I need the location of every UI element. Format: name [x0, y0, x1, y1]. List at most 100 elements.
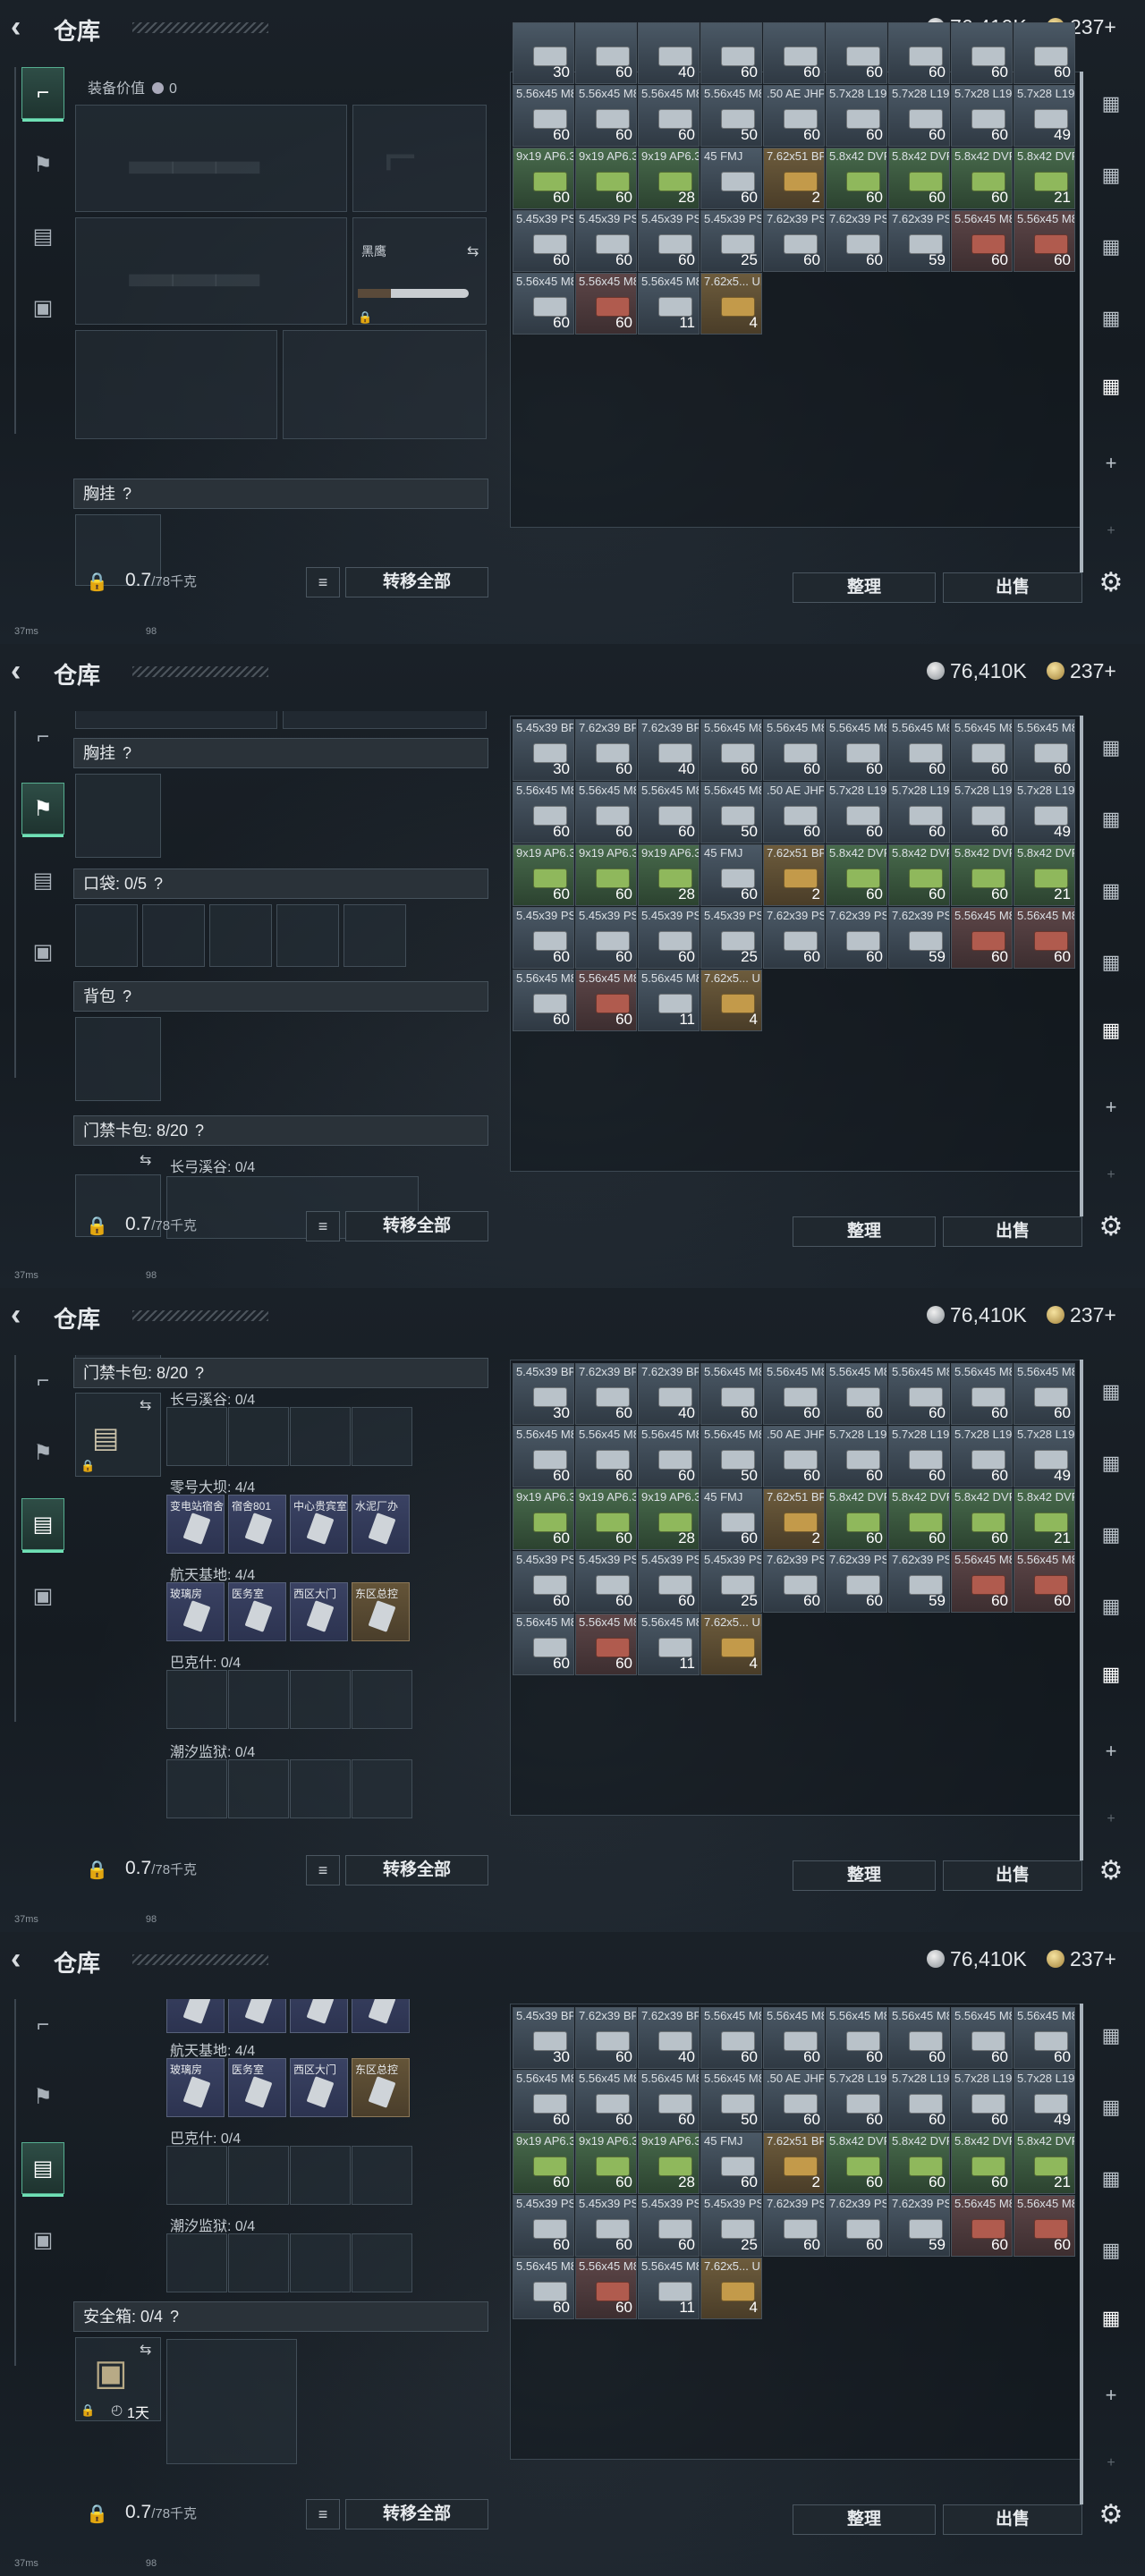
sell-button[interactable]: 出售	[943, 572, 1082, 603]
transfer-all-button[interactable]: 转移全部	[345, 567, 488, 597]
sidebar-tab-vest[interactable]: ⚑	[21, 139, 64, 191]
ammo-item[interactable]: 9x19 AP6.3 60	[513, 1488, 574, 1550]
add-storage-icon[interactable]: +	[1093, 1089, 1129, 1125]
ammo-item[interactable]: 7.62x39 PS 59	[888, 907, 950, 969]
armor-slot[interactable]	[283, 330, 487, 439]
ammo-item[interactable]: 45 FMJ 60	[700, 148, 762, 209]
ammo-item[interactable]: 7.62x51 BPZ 2	[763, 1488, 825, 1550]
silver-currency[interactable]: 76,410K	[927, 657, 1027, 684]
sidebar-tab-keycard[interactable]: ▤	[21, 854, 64, 906]
storage-tab-1[interactable]: ▦	[1093, 1374, 1129, 1410]
keycard-item[interactable]: 医务室	[228, 2058, 286, 2117]
keycard-empty-slot[interactable]	[290, 2233, 351, 2292]
ammo-item[interactable]: 5.45x39 PS 60	[513, 1551, 574, 1613]
ammo-item[interactable]: 9x19 AP6.3 28	[638, 148, 700, 209]
ammo-item[interactable]: 9x19 AP6.3 28	[638, 2132, 700, 2194]
sidebar-tab-safebox[interactable]: ▣	[21, 282, 64, 334]
ammo-item[interactable]: 5.56x45 M855A1 60	[575, 1426, 637, 1487]
grid-scrollbar[interactable]	[1080, 72, 1083, 572]
scrollbar-thumb[interactable]	[1080, 1360, 1083, 1860]
storage-tab-2[interactable]: ▦	[1093, 801, 1129, 837]
keycard-item[interactable]: 宿舍801	[228, 1999, 286, 2033]
sort-button[interactable]: 整理	[793, 1860, 936, 1891]
ammo-item[interactable]: 5.56x45 M855A1 60	[575, 2070, 637, 2131]
ammo-item[interactable]: 45 FMJ 60	[700, 844, 762, 906]
ammo-item[interactable]: 5.56x45 M855A1 60	[638, 782, 700, 843]
keycard-empty-slot[interactable]	[352, 2233, 412, 2292]
settings-gear-icon[interactable]: ⚙	[1093, 1853, 1129, 1889]
helmet-slot[interactable]	[75, 330, 277, 439]
settings-gear-icon[interactable]: ⚙	[1093, 2497, 1129, 2533]
add-storage-icon[interactable]: +	[1093, 445, 1129, 481]
keycard-empty-slot[interactable]	[166, 2146, 227, 2205]
keycard-item[interactable]: 玻璃房	[166, 2058, 225, 2117]
secondary-weapon-slot[interactable]: ━━━	[75, 217, 347, 325]
ammo-item[interactable]: 5.56x45 M855A1 60	[513, 85, 574, 147]
back-arrow-icon[interactable]: ‹	[11, 12, 38, 42]
ammo-item[interactable]: 5.45x39 PS 25	[700, 210, 762, 272]
ammo-item[interactable]: 7.62x39 BP 40	[638, 2007, 700, 2069]
ammo-item[interactable]: 5.8x42 DVP88 21	[1014, 148, 1075, 209]
ammo-item[interactable]: 5.56x45 M855A1 60	[700, 1363, 762, 1425]
ammo-item[interactable]: 5.8x42 DVP88 60	[888, 1488, 950, 1550]
ammo-item[interactable]: 5.56x45 M855A1 60	[575, 782, 637, 843]
pocket-slot[interactable]	[209, 904, 272, 967]
ammo-item[interactable]: 5.7x28 L191 49	[1014, 2070, 1075, 2131]
ammo-item[interactable]: 5.7x28 L191 49	[1014, 1426, 1075, 1487]
ammo-item[interactable]: 5.56x45 M855A1 60	[763, 2007, 825, 2069]
add-storage-icon-2[interactable]: +	[1093, 513, 1129, 549]
storage-tab-3[interactable]: ▦	[1093, 873, 1129, 909]
ammo-item[interactable]: 9x19 AP6.3 60	[575, 2132, 637, 2194]
keycard-empty-slot[interactable]	[352, 1670, 412, 1729]
ammo-item[interactable]: 5.7x28 L191 60	[888, 782, 950, 843]
ammo-item[interactable]: 5.7x28 L191 60	[951, 782, 1013, 843]
ammo-item[interactable]: 5.56x45 M855 11	[638, 2258, 700, 2319]
list-view-button[interactable]: ≡	[306, 1211, 340, 1241]
ammo-item[interactable]: 7.62x5... UM 4	[700, 2258, 762, 2319]
ammo-item[interactable]: 5.56x45 M856 60	[1014, 1551, 1075, 1613]
keycard-empty-slot[interactable]	[166, 1670, 227, 1729]
ammo-item[interactable]: 7.62x39 PS 60	[763, 907, 825, 969]
ammo-item[interactable]: 5.7x28 L191 60	[888, 1426, 950, 1487]
ammo-item[interactable]: 40	[638, 22, 700, 84]
ammo-item[interactable]: 5.56x45 M855A1 60	[575, 85, 637, 147]
chest-rig-slot[interactable]	[75, 774, 161, 858]
sidebar-tab-safebox[interactable]: ▣	[21, 2214, 64, 2266]
ammo-item[interactable]: 60	[763, 22, 825, 84]
ammo-item[interactable]: 60	[700, 22, 762, 84]
ammo-item[interactable]: 5.56x45 M855A1 60	[826, 719, 887, 781]
settings-gear-icon[interactable]: ⚙	[1093, 565, 1129, 601]
keycard-item[interactable]: 宿舍801	[228, 1495, 286, 1554]
ammo-item[interactable]: 7.62x39 PS 60	[826, 2195, 887, 2257]
ammo-item[interactable]: 5.56x45 M856 60	[1014, 2195, 1075, 2257]
ammo-item[interactable]: 5.56x45 M855A1 60	[951, 1363, 1013, 1425]
keycard-item[interactable]: 东区总控	[352, 1582, 410, 1641]
ammo-item[interactable]: 5.7x28 L191 49	[1014, 782, 1075, 843]
keycard-empty-slot[interactable]	[166, 2233, 227, 2292]
gold-currency[interactable]: 237+	[1047, 1301, 1116, 1328]
backpack-slot[interactable]	[75, 1017, 161, 1101]
keycard-item[interactable]: 医务室	[228, 1582, 286, 1641]
ammo-item[interactable]: 5.56x45 M855A1 50	[700, 1426, 762, 1487]
ammo-item[interactable]: 9x19 AP6.3 60	[575, 1488, 637, 1550]
storage-tab-5-active[interactable]: ▦	[1093, 1013, 1129, 1048]
grid-scrollbar[interactable]	[1080, 1360, 1083, 1860]
help-icon[interactable]: ?	[123, 485, 131, 503]
ammo-item[interactable]: 7.62x5... UM 4	[700, 970, 762, 1031]
ammo-item[interactable]: 5.45x39 PS 60	[575, 210, 637, 272]
ammo-item[interactable]: 7.62x39 BP 40	[638, 1363, 700, 1425]
ammo-item[interactable]: 5.56x45 M855A1 60	[888, 1363, 950, 1425]
pistol-slot[interactable]: ⌐	[352, 105, 487, 212]
ammo-item[interactable]: 5.45x39 PS 60	[575, 2195, 637, 2257]
ammo-item[interactable]: 5.7x28 L191 60	[826, 2070, 887, 2131]
ammo-item[interactable]: 7.62x39 PS 60	[763, 210, 825, 272]
ammo-item[interactable]: 5.56x45 M855 60	[513, 273, 574, 335]
ammo-item[interactable]: 5.56x45 M855 60	[575, 1614, 637, 1675]
ammo-item[interactable]: 5.56x45 M855 60	[575, 273, 637, 335]
ammo-item[interactable]: 9x19 AP6.3 60	[575, 148, 637, 209]
ammo-item[interactable]: 5.56x45 M855A1 60	[763, 1363, 825, 1425]
keycard-item[interactable]: 东区总控	[352, 2058, 410, 2117]
ammo-item[interactable]: 9x19 AP6.3 60	[513, 2132, 574, 2194]
ammo-item[interactable]: 7.62x39 BP 60	[575, 1363, 637, 1425]
ammo-item[interactable]: 5.56x45 M855A1 60	[1014, 719, 1075, 781]
